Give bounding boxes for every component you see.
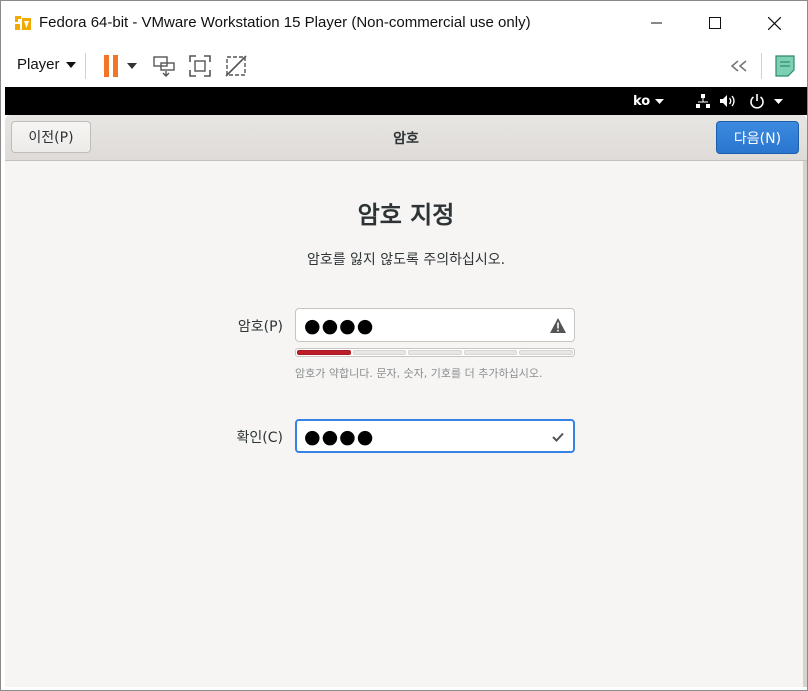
close-icon bbox=[767, 16, 781, 30]
title-bar: Fedora 64-bit - VMware Workstation 15 Pl… bbox=[1, 1, 807, 45]
player-menu-button[interactable]: Player bbox=[17, 56, 76, 73]
window-title: Fedora 64-bit - VMware Workstation 15 Pl… bbox=[39, 14, 531, 31]
strength-segment bbox=[297, 350, 351, 355]
note-icon bbox=[775, 55, 795, 77]
minimize-button[interactable] bbox=[628, 1, 686, 45]
password-strength-bar bbox=[295, 348, 575, 357]
installer-header: 이전(P) 암호 다음(N) bbox=[5, 115, 807, 161]
pause-icon bbox=[104, 55, 118, 77]
warning-icon bbox=[550, 318, 566, 333]
confirm-label: 확인(C) bbox=[236, 430, 283, 446]
chevron-down-icon bbox=[127, 63, 137, 69]
chevron-down-icon bbox=[65, 61, 76, 68]
player-menu-label: Player bbox=[17, 56, 60, 73]
strength-segment bbox=[408, 350, 462, 355]
password-label: 암호(P) bbox=[237, 319, 283, 335]
toolbar-divider bbox=[85, 53, 86, 79]
confirm-password-field[interactable]: ●●●● bbox=[295, 419, 575, 453]
close-button[interactable] bbox=[745, 1, 803, 45]
notes-button[interactable] bbox=[771, 52, 799, 80]
confirm-value: ●●●● bbox=[304, 426, 375, 448]
power-icon bbox=[750, 94, 764, 109]
chevron-down-icon bbox=[774, 98, 783, 104]
network-wired-icon bbox=[696, 94, 710, 108]
maximize-icon bbox=[709, 17, 721, 29]
system-menu[interactable] bbox=[695, 87, 783, 115]
strength-segment bbox=[519, 350, 573, 355]
unity-button[interactable] bbox=[223, 52, 249, 80]
fullscreen-button[interactable] bbox=[187, 52, 213, 80]
player-toolbar: Player bbox=[1, 45, 807, 87]
password-field[interactable]: ●●●● bbox=[295, 308, 575, 342]
language-label: ko bbox=[633, 93, 651, 109]
send-ctrl-alt-del-button[interactable] bbox=[151, 52, 177, 80]
checkmark-icon bbox=[552, 432, 564, 442]
vmware-window: Fedora 64-bit - VMware Workstation 15 Pl… bbox=[0, 0, 808, 691]
page-heading: 암호 지정 bbox=[357, 201, 455, 229]
password-hint: 암호가 약합니다. 문자, 숫자, 기호를 더 추가하십시오. bbox=[295, 367, 543, 380]
next-button[interactable]: 다음(N) bbox=[716, 121, 799, 154]
window-edge bbox=[803, 161, 807, 687]
next-button-label: 다음(N) bbox=[733, 130, 782, 147]
pause-button[interactable] bbox=[99, 53, 141, 79]
gnome-top-bar: ko bbox=[5, 87, 807, 115]
vmware-app-icon bbox=[13, 13, 33, 33]
maximize-button[interactable] bbox=[686, 1, 744, 45]
fullscreen-icon bbox=[189, 55, 211, 77]
unity-icon bbox=[225, 55, 247, 77]
volume-icon bbox=[720, 95, 735, 107]
strength-segment bbox=[463, 350, 518, 355]
chevron-down-icon bbox=[655, 98, 665, 104]
page-subtitle: 암호를 잃지 않도록 주의하십시오. bbox=[306, 252, 506, 268]
password-page: 암호 지정 암호를 잃지 않도록 주의하십시오. 암호(P) ●●●● 암호가 … bbox=[5, 161, 807, 687]
header-title: 암호 bbox=[393, 131, 419, 147]
language-indicator[interactable]: ko bbox=[633, 87, 665, 115]
password-value: ●●●● bbox=[304, 315, 375, 337]
toolbar-divider bbox=[761, 53, 762, 79]
minimize-icon bbox=[651, 22, 662, 24]
send-keys-icon bbox=[153, 56, 175, 77]
double-chevron-left-icon bbox=[730, 60, 747, 72]
strength-segment bbox=[352, 350, 407, 355]
collapse-library-button[interactable] bbox=[727, 55, 751, 77]
